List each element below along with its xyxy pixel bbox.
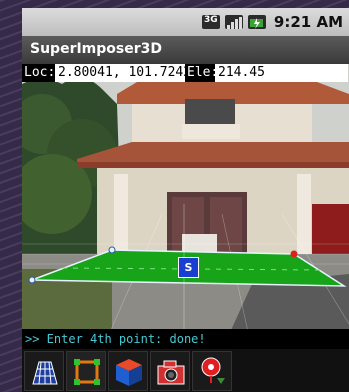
plane-marker[interactable]: S bbox=[178, 257, 199, 278]
grid-tool-button[interactable] bbox=[24, 351, 64, 391]
cube-tool-button[interactable] bbox=[108, 351, 148, 391]
network-3g-icon: 3G bbox=[202, 15, 220, 29]
camera-view[interactable]: S bbox=[22, 64, 349, 350]
location-tool-button[interactable] bbox=[192, 351, 232, 391]
device-screen: 3G 9:21 AM SuperImposer3D S Loc: 2.80041… bbox=[22, 8, 349, 392]
ele-value: 214.45 bbox=[215, 64, 348, 82]
camera-icon bbox=[157, 360, 185, 385]
select-box-icon bbox=[74, 359, 100, 385]
cube-icon bbox=[116, 359, 142, 386]
coordinate-readout: Loc: 2.80041, 101.72421 Ele: 214.45 bbox=[22, 64, 349, 82]
status-bar: 3G 9:21 AM bbox=[22, 8, 349, 36]
loc-label: Loc: bbox=[22, 64, 58, 82]
app-title-bar: SuperImposer3D bbox=[22, 36, 349, 64]
console-message: >> Enter 4th point: done! bbox=[22, 329, 349, 349]
location-marker-icon bbox=[201, 357, 225, 384]
camera-scene bbox=[22, 64, 349, 350]
loc-value: 2.80041, 101.72421 bbox=[55, 64, 202, 82]
app-title: SuperImposer3D bbox=[30, 41, 163, 57]
plane-marker-label: S bbox=[184, 261, 193, 274]
battery-charging-icon bbox=[248, 15, 266, 29]
camera-tool-button[interactable] bbox=[150, 351, 190, 391]
signal-strength-icon bbox=[225, 15, 243, 29]
toolbar bbox=[22, 349, 349, 392]
grid-perspective-icon bbox=[32, 361, 58, 385]
select-tool-button[interactable] bbox=[66, 351, 106, 391]
status-time: 9:21 AM bbox=[273, 13, 343, 31]
